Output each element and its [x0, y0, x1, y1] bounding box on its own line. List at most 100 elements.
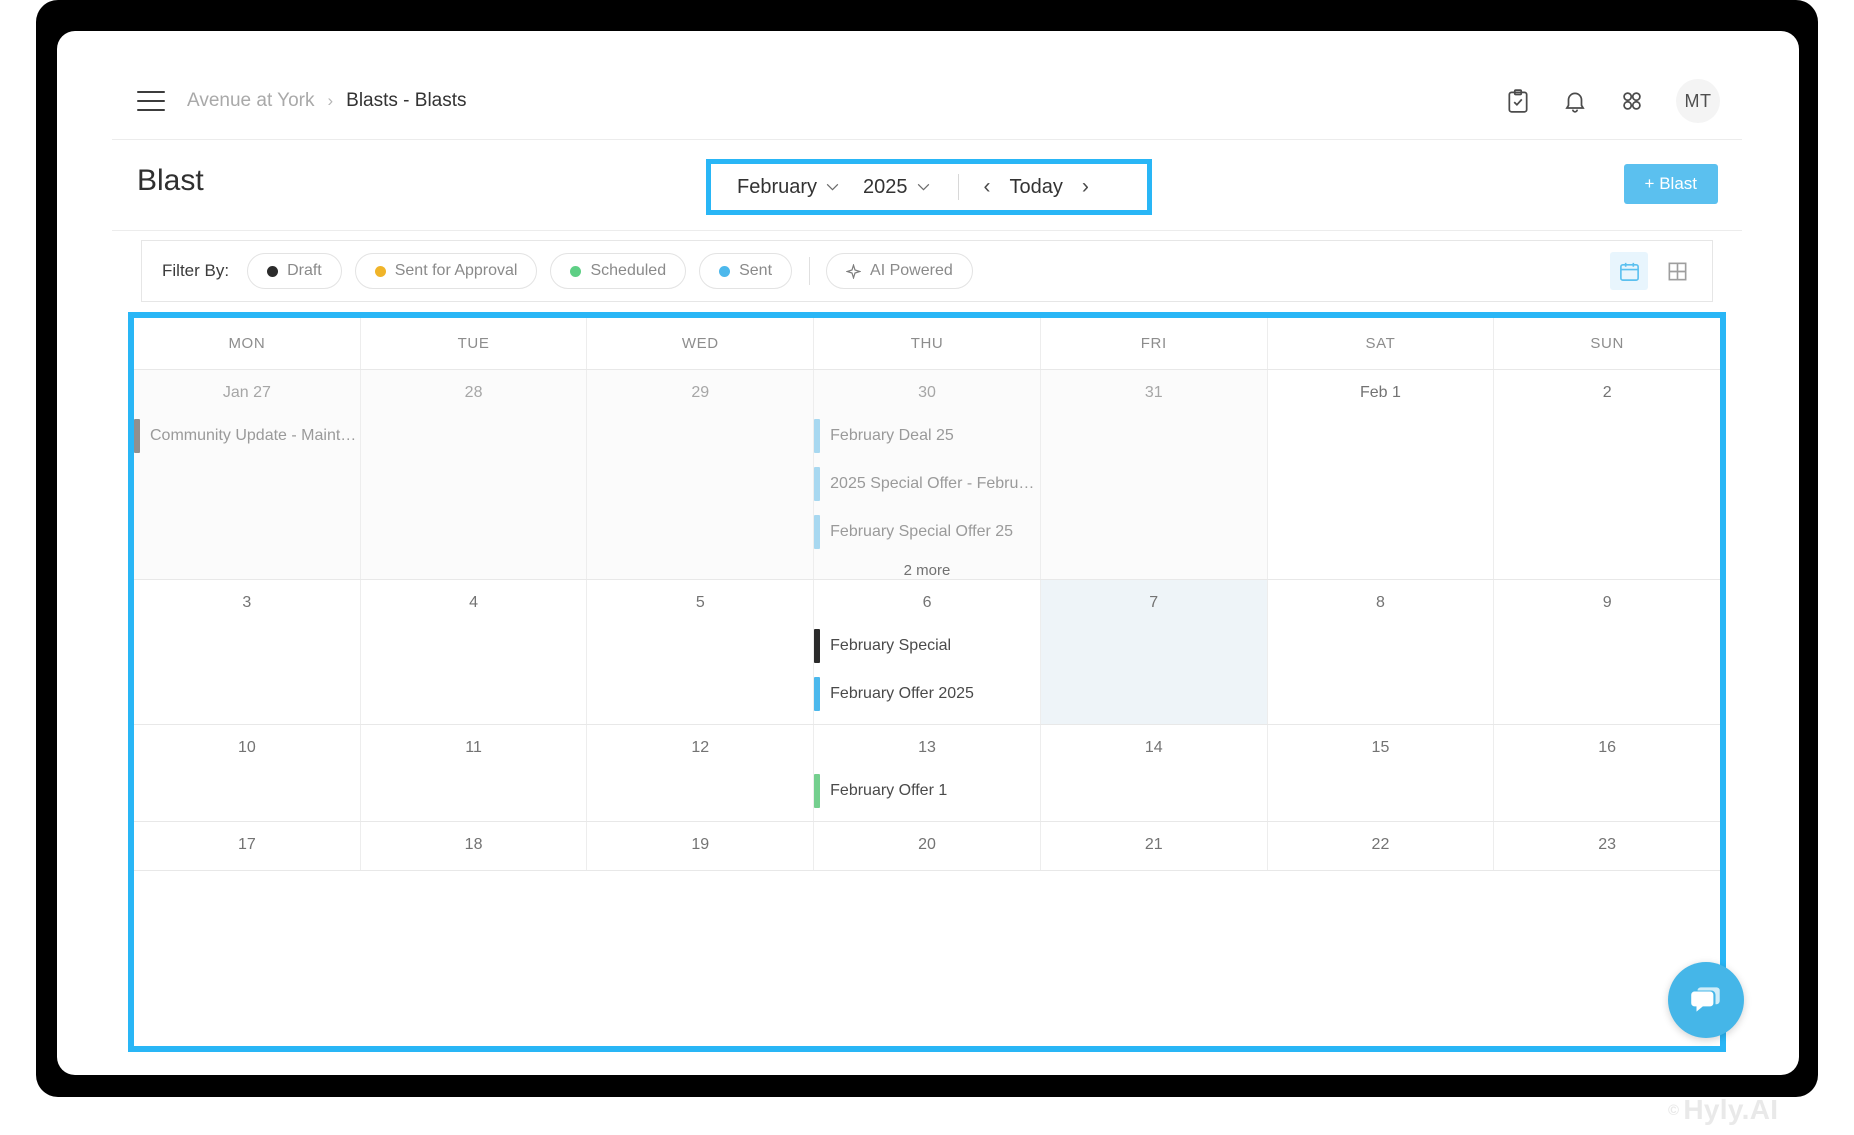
calendar-event[interactable]: February Special	[814, 628, 1040, 664]
day-of-week-sun: SUN	[1590, 335, 1624, 352]
calendar-weeks: Jan 27 Community Update - Mainten... 28 29 3…	[134, 370, 1720, 871]
prev-period-button[interactable]: ‹	[979, 175, 996, 199]
calendar-day-cell[interactable]: 13 February Offer 1	[814, 725, 1041, 821]
clipboard-check-icon[interactable]	[1505, 88, 1531, 114]
filter-chip-label: AI Powered	[870, 262, 953, 279]
day-number: 14	[1144, 739, 1163, 756]
filter-chip-sent-for-approval[interactable]: Sent for Approval	[354, 253, 538, 289]
calendar-icon	[1619, 262, 1639, 281]
day-number: 21	[1144, 836, 1163, 853]
chevron-down-icon	[917, 183, 929, 191]
sparkle-icon	[846, 263, 862, 279]
chat-bubble-button[interactable]	[1668, 962, 1744, 1038]
calendar-day-cell[interactable]: 21	[1041, 822, 1268, 870]
event-status-bar	[814, 677, 821, 711]
day-number: 23	[1598, 836, 1617, 853]
filter-chip-scheduled[interactable]: Scheduled	[550, 253, 687, 289]
top-bar-actions: MT	[1505, 79, 1720, 123]
calendar-day-cell[interactable]: 15	[1268, 725, 1495, 821]
calendar-day-cell[interactable]: 2	[1494, 370, 1720, 579]
calendar-day-cell[interactable]: 18	[361, 822, 588, 870]
add-blast-button[interactable]: + Blast	[1623, 164, 1718, 204]
calendar-day-cell[interactable]: 29	[587, 370, 815, 579]
calendar-event[interactable]: 2025 Special Offer - February	[814, 466, 1040, 502]
day-number: 17	[237, 836, 256, 853]
event-title: February Offer 1	[830, 782, 948, 799]
calendar-day-cell[interactable]: 9	[1494, 580, 1720, 724]
calendar-day-cell[interactable]: 31	[1040, 370, 1268, 579]
day-number: 16	[1598, 739, 1617, 756]
event-title: February Special Offer 25	[830, 523, 1014, 540]
grid-view-button[interactable]	[1658, 252, 1696, 290]
calendar-day-cell[interactable]: 28	[360, 370, 588, 579]
calendar-day-cell[interactable]: 11	[361, 725, 588, 821]
calendar-day-cell[interactable]: 22	[1268, 822, 1495, 870]
view-toggle-group	[1610, 252, 1696, 290]
calendar-day-cell[interactable]: 16	[1494, 725, 1720, 821]
day-number: 20	[918, 836, 936, 853]
calendar-event[interactable]: February Deal 25	[814, 418, 1040, 454]
calendar-view-button[interactable]	[1610, 252, 1648, 290]
calendar-day-cell[interactable]: 3	[134, 580, 361, 724]
calendar-day-cell[interactable]: Feb 1	[1268, 370, 1495, 579]
filter-chip-label: Sent for Approval	[394, 262, 518, 279]
day-number: 30	[918, 384, 936, 401]
today-button[interactable]: Today	[1010, 176, 1063, 199]
calendar-day-cell[interactable]: 12	[587, 725, 815, 821]
calendar-event[interactable]: February Offer 2025	[814, 676, 1040, 712]
calendar-event[interactable]: February Special Offer 25	[814, 514, 1040, 550]
filter-chip-draft[interactable]: Draft	[247, 253, 342, 289]
day-of-week-mon: MON	[134, 318, 361, 369]
day-of-week-fri: FRI	[1041, 318, 1268, 369]
day-number: 31	[1144, 384, 1163, 401]
calendar-week-row: 10 11 12 13 February Offer 1 14 15 16	[134, 725, 1720, 822]
hamburger-menu-icon[interactable]	[137, 91, 165, 111]
breadcrumb-current: Blasts - Blasts	[346, 90, 467, 111]
calendar-day-cell[interactable]: 23	[1494, 822, 1720, 870]
calendar-day-cell[interactable]: 19	[587, 822, 815, 870]
calendar-event[interactable]: Community Update - Mainten...	[134, 418, 360, 454]
event-status-bar	[814, 629, 821, 663]
year-select[interactable]: 2025	[863, 176, 930, 199]
event-status-bar	[134, 419, 140, 453]
calendar-day-cell[interactable]: 8	[1268, 580, 1495, 724]
more-events-link[interactable]: 2 more	[814, 562, 1040, 579]
day-number: 12	[691, 739, 710, 756]
calendar-day-cell[interactable]: 7	[1040, 580, 1268, 724]
calendar-day-cell[interactable]: 6 February Special February Offer 2025	[814, 580, 1041, 724]
day-number: 6	[922, 594, 932, 611]
calendar-day-cell[interactable]: 30 February Deal 25 2025 Special Offer - F…	[814, 370, 1041, 579]
day-number: 19	[691, 836, 710, 853]
user-avatar[interactable]: MT	[1676, 79, 1720, 123]
day-number: 28	[464, 384, 483, 401]
calendar-event[interactable]: February Offer 1	[814, 773, 1040, 809]
calendar-day-cell[interactable]: 4	[361, 580, 588, 724]
event-title: Community Update - Mainten...	[150, 427, 360, 444]
filter-chip-ai-powered[interactable]: AI Powered	[826, 253, 973, 289]
day-number: Jan 27	[222, 384, 271, 401]
calendar-day-cell[interactable]: 20	[814, 822, 1041, 870]
calendar-week-row: 17 18 19 20 21 22 23	[134, 822, 1720, 871]
watermark-mark: ©	[1668, 1101, 1680, 1119]
calendar-day-cell[interactable]: 5	[587, 580, 815, 724]
calendar-day-cell[interactable]: 10	[134, 725, 361, 821]
calendar-day-cell[interactable]: 14	[1041, 725, 1268, 821]
month-select[interactable]: February	[737, 176, 839, 199]
breadcrumb-root[interactable]: Avenue at York	[187, 90, 314, 112]
event-status-bar	[814, 515, 821, 549]
breadcrumb: Avenue at York › Blasts - Blasts	[187, 90, 467, 112]
month-value: February	[737, 175, 818, 198]
page-title: Blast	[137, 164, 204, 197]
day-number: 22	[1371, 836, 1390, 853]
date-nav-divider	[957, 174, 959, 200]
day-of-week-header: MON TUE WED THU FRI SAT SUN	[134, 318, 1720, 370]
next-period-button[interactable]: ›	[1077, 175, 1094, 199]
day-number: 18	[464, 836, 483, 853]
filter-chip-sent[interactable]: Sent	[699, 253, 793, 289]
calendar-day-cell[interactable]: 17	[134, 822, 361, 870]
event-title: February Offer 2025	[830, 685, 974, 702]
bell-icon[interactable]	[1562, 88, 1588, 114]
watermark: © Hyly.AI	[1668, 1094, 1778, 1126]
calendar-day-cell[interactable]: Jan 27 Community Update - Mainten...	[134, 370, 361, 579]
apps-grid-icon[interactable]	[1619, 88, 1645, 114]
